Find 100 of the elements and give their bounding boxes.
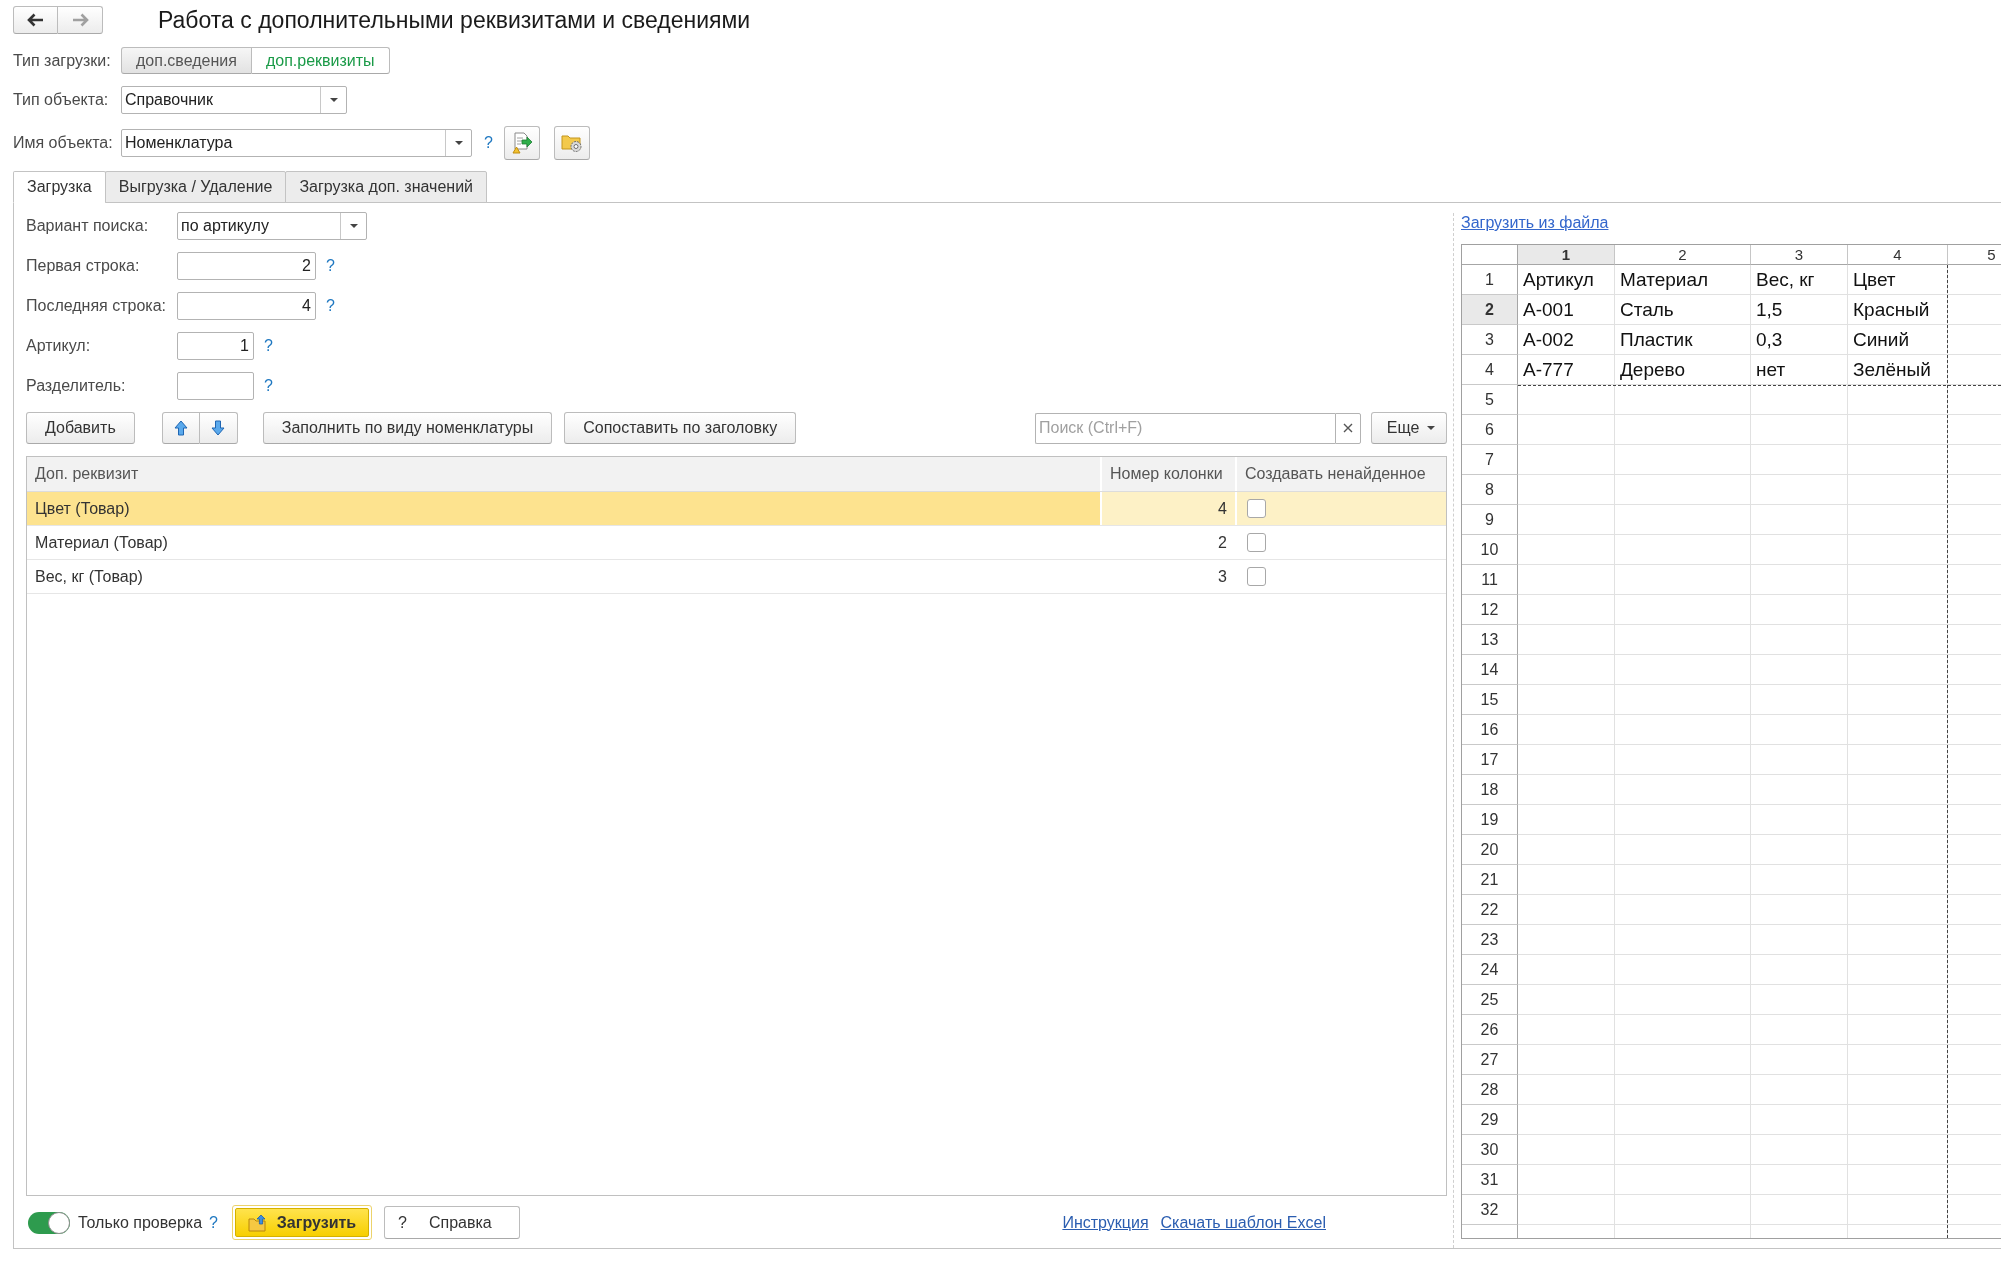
sheet-cell[interactable] — [1518, 895, 1615, 925]
sheet-cell[interactable] — [1848, 565, 1948, 595]
load-file-link[interactable]: Загрузить из файла — [1461, 213, 1609, 233]
sheet-cell[interactable] — [1615, 1195, 1751, 1225]
sheet-cell[interactable] — [1751, 805, 1848, 835]
sheet-cell[interactable] — [1518, 445, 1615, 475]
sheet-cell[interactable] — [1848, 835, 1948, 865]
move-up-button[interactable] — [161, 412, 200, 444]
help-link[interactable]: ? — [264, 377, 273, 395]
input-field[interactable]: 2 — [177, 252, 316, 280]
match-button[interactable]: Сопоставить по заголовку — [564, 412, 797, 444]
sheet-cell[interactable] — [1615, 925, 1751, 955]
checkbox[interactable] — [1247, 499, 1266, 518]
sheet-cell[interactable] — [1848, 1195, 1948, 1225]
row-number[interactable]: 4 — [1462, 355, 1518, 385]
sheet-cell[interactable]: Синий — [1848, 325, 1948, 355]
sheet-cell[interactable] — [1615, 475, 1751, 505]
tab[interactable]: Загрузка — [13, 171, 106, 203]
row-number[interactable]: 15 — [1462, 685, 1518, 715]
help-link[interactable]: ? — [264, 337, 273, 355]
input-field[interactable]: 1 — [177, 332, 254, 360]
segment-option[interactable]: доп.сведения — [121, 47, 252, 74]
sheet-cell[interactable] — [1751, 565, 1848, 595]
sheet-cell[interactable] — [1615, 535, 1751, 565]
row-number[interactable]: 28 — [1462, 1075, 1518, 1105]
row-number[interactable]: 7 — [1462, 445, 1518, 475]
tab[interactable]: Загрузка доп. значений — [285, 171, 487, 203]
row-number[interactable]: 27 — [1462, 1045, 1518, 1075]
sheet-cell[interactable] — [1518, 565, 1615, 595]
sheet-cell[interactable] — [1518, 865, 1615, 895]
row-number[interactable]: 16 — [1462, 715, 1518, 745]
sheet-cell[interactable]: А-001 — [1518, 295, 1615, 325]
sheet-cell[interactable] — [1848, 1045, 1948, 1075]
sheet-cell[interactable] — [1751, 415, 1848, 445]
sheet-cell[interactable] — [1848, 1135, 1948, 1165]
row-number[interactable]: 3 — [1462, 325, 1518, 355]
sheet-cell[interactable] — [1848, 625, 1948, 655]
load-document-button[interactable] — [503, 126, 540, 160]
column-header[interactable]: 3 — [1751, 245, 1848, 265]
sheet-cell[interactable] — [1751, 985, 1848, 1015]
sheet-cell[interactable] — [1615, 655, 1751, 685]
load-button[interactable]: Загрузить — [232, 1205, 372, 1240]
sheet-cell[interactable] — [1518, 715, 1615, 745]
row-number[interactable]: 13 — [1462, 625, 1518, 655]
sheet-cell[interactable] — [1848, 1075, 1948, 1105]
sheet-cell[interactable] — [1848, 505, 1948, 535]
sheet-cell[interactable] — [1848, 805, 1948, 835]
row-number[interactable]: 12 — [1462, 595, 1518, 625]
row-number[interactable]: 26 — [1462, 1015, 1518, 1045]
sheet-cell[interactable] — [1848, 895, 1948, 925]
sheet-cell[interactable] — [1848, 925, 1948, 955]
sheet-cell[interactable] — [1518, 745, 1615, 775]
sheet-cell[interactable] — [1848, 775, 1948, 805]
sheet-cell[interactable] — [1848, 1015, 1948, 1045]
input-field[interactable] — [177, 372, 254, 400]
checkbox[interactable] — [1247, 533, 1266, 552]
row-number[interactable]: 20 — [1462, 835, 1518, 865]
row-number[interactable]: 11 — [1462, 565, 1518, 595]
row-number[interactable]: 6 — [1462, 415, 1518, 445]
row-number[interactable]: 25 — [1462, 985, 1518, 1015]
sheet-cell[interactable]: Вес, кг — [1751, 265, 1848, 295]
move-down-button[interactable] — [199, 412, 238, 444]
sheet-cell[interactable] — [1751, 385, 1848, 415]
sheet-cell[interactable] — [1751, 475, 1848, 505]
sheet-cell[interactable] — [1518, 1195, 1615, 1225]
sheet-cell[interactable] — [1518, 415, 1615, 445]
sheet-cell[interactable]: Пластик — [1615, 325, 1751, 355]
sheet-cell[interactable]: 1,5 — [1751, 295, 1848, 325]
sheet-cell[interactable] — [1615, 835, 1751, 865]
sheet-cell[interactable] — [1518, 385, 1615, 415]
sheet-cell[interactable] — [1615, 985, 1751, 1015]
sheet-cell[interactable] — [1751, 505, 1848, 535]
footer-link[interactable]: Инструкция — [1062, 1213, 1149, 1232]
row-number[interactable]: 24 — [1462, 955, 1518, 985]
sheet-cell[interactable] — [1615, 745, 1751, 775]
back-button[interactable] — [13, 6, 58, 34]
table-row[interactable]: Цвет (Товар) 4 — [27, 492, 1446, 526]
sheet-cell[interactable]: Дерево — [1615, 355, 1751, 385]
row-number[interactable]: 31 — [1462, 1165, 1518, 1195]
sheet-cell[interactable]: Артикул — [1518, 265, 1615, 295]
dropdown-field[interactable]: Номенклатура — [121, 129, 472, 157]
search-field[interactable]: Поиск (Ctrl+F) — [1035, 412, 1335, 444]
sheet-cell[interactable] — [1615, 1165, 1751, 1195]
sheet-cell[interactable] — [1751, 715, 1848, 745]
row-number[interactable]: 17 — [1462, 745, 1518, 775]
help-button[interactable]: ? Справка — [384, 1206, 520, 1239]
sheet-cell[interactable]: 0,3 — [1751, 325, 1848, 355]
column-header[interactable]: 4 — [1848, 245, 1948, 265]
sheet-cell[interactable] — [1615, 1045, 1751, 1075]
sheet-cell[interactable] — [1518, 535, 1615, 565]
column-header[interactable]: 2 — [1615, 245, 1751, 265]
sheet-cell[interactable] — [1518, 805, 1615, 835]
sheet-cell[interactable] — [1518, 505, 1615, 535]
row-number[interactable]: 9 — [1462, 505, 1518, 535]
sheet-cell[interactable] — [1848, 865, 1948, 895]
sheet-cell[interactable] — [1615, 445, 1751, 475]
sheet-cell[interactable] — [1751, 685, 1848, 715]
sheet-cell[interactable]: Материал — [1615, 265, 1751, 295]
sheet-cell[interactable] — [1848, 745, 1948, 775]
sheet-cell[interactable] — [1751, 595, 1848, 625]
